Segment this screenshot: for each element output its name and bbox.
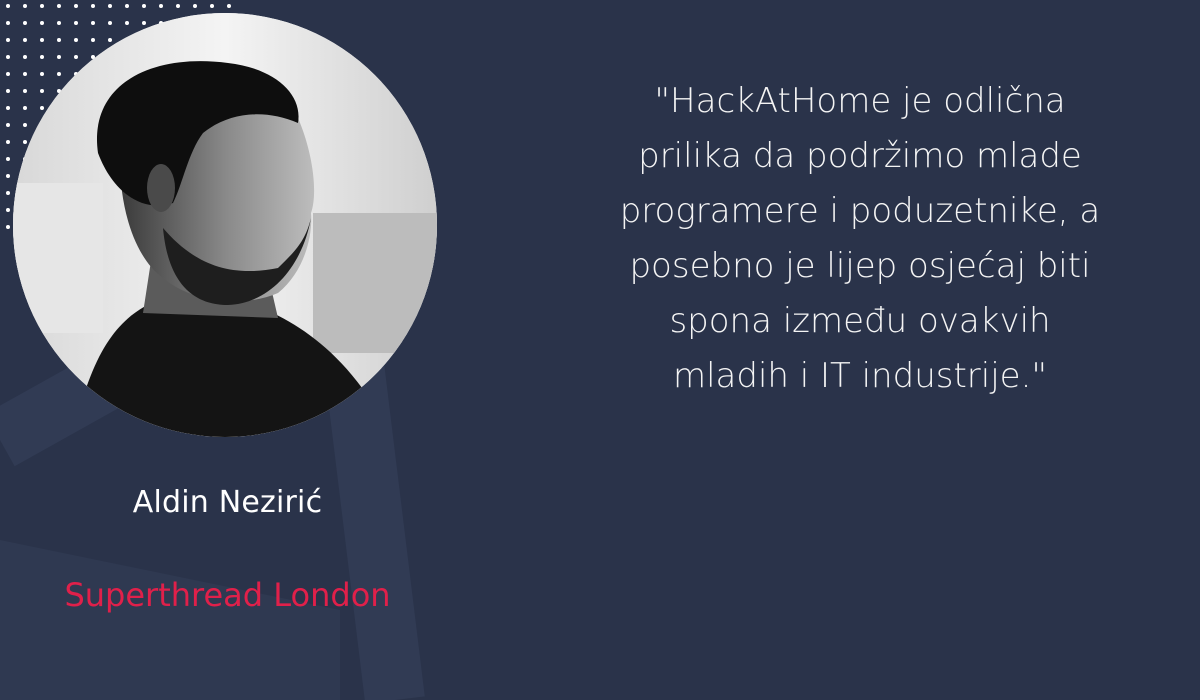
grid-dot (6, 38, 10, 42)
grid-dot (6, 72, 10, 76)
grid-dot (6, 140, 10, 144)
grid-dot (23, 123, 27, 127)
grid-dot (6, 123, 10, 127)
grid-dot (6, 106, 10, 110)
grid-dot (210, 4, 214, 8)
grid-dot (6, 208, 10, 212)
grid-dot (125, 21, 129, 25)
grid-dot (23, 38, 27, 42)
grid-dot (40, 38, 44, 42)
grid-dot (91, 4, 95, 8)
testimonial-quote: "HackAtHome je odlična prilika da podrži… (619, 81, 1101, 396)
grid-dot (23, 4, 27, 8)
grid-dot (6, 21, 10, 25)
grid-dot (74, 21, 78, 25)
grid-dot (6, 225, 10, 229)
grid-dot (74, 38, 78, 42)
grid-dot (23, 72, 27, 76)
grid-dot (57, 38, 61, 42)
grid-dot (125, 4, 129, 8)
grid-dot (6, 55, 10, 59)
grid-dot (40, 21, 44, 25)
grid-dot (193, 4, 197, 8)
grid-dot (57, 4, 61, 8)
grid-dot (6, 89, 10, 93)
grid-dot (23, 89, 27, 93)
person-company: Superthread London (64, 576, 391, 614)
grid-dot (142, 21, 146, 25)
grid-dot (23, 21, 27, 25)
grid-dot (57, 72, 61, 76)
grid-dot (57, 21, 61, 25)
grid-dot (142, 4, 146, 8)
grid-dot (108, 4, 112, 8)
grid-dot (40, 89, 44, 93)
person-name: Aldin Nezirić (132, 485, 323, 520)
grid-dot (91, 38, 95, 42)
grid-dot (6, 4, 10, 8)
grid-dot (74, 4, 78, 8)
grid-dot (40, 106, 44, 110)
grid-dot (108, 38, 112, 42)
grid-dot (40, 72, 44, 76)
grid-dot (6, 157, 10, 161)
grid-dot (108, 21, 112, 25)
grid-dot (176, 4, 180, 8)
grid-dot (57, 55, 61, 59)
grid-dot (6, 174, 10, 178)
grid-dot (23, 140, 27, 144)
grid-dot (6, 191, 10, 195)
grid-dot (227, 4, 231, 8)
grid-dot (23, 55, 27, 59)
grid-dot (23, 106, 27, 110)
grid-dot (40, 4, 44, 8)
avatar (13, 13, 437, 437)
grid-dot (40, 55, 44, 59)
grid-dot (74, 55, 78, 59)
grid-dot (159, 4, 163, 8)
grid-dot (91, 21, 95, 25)
